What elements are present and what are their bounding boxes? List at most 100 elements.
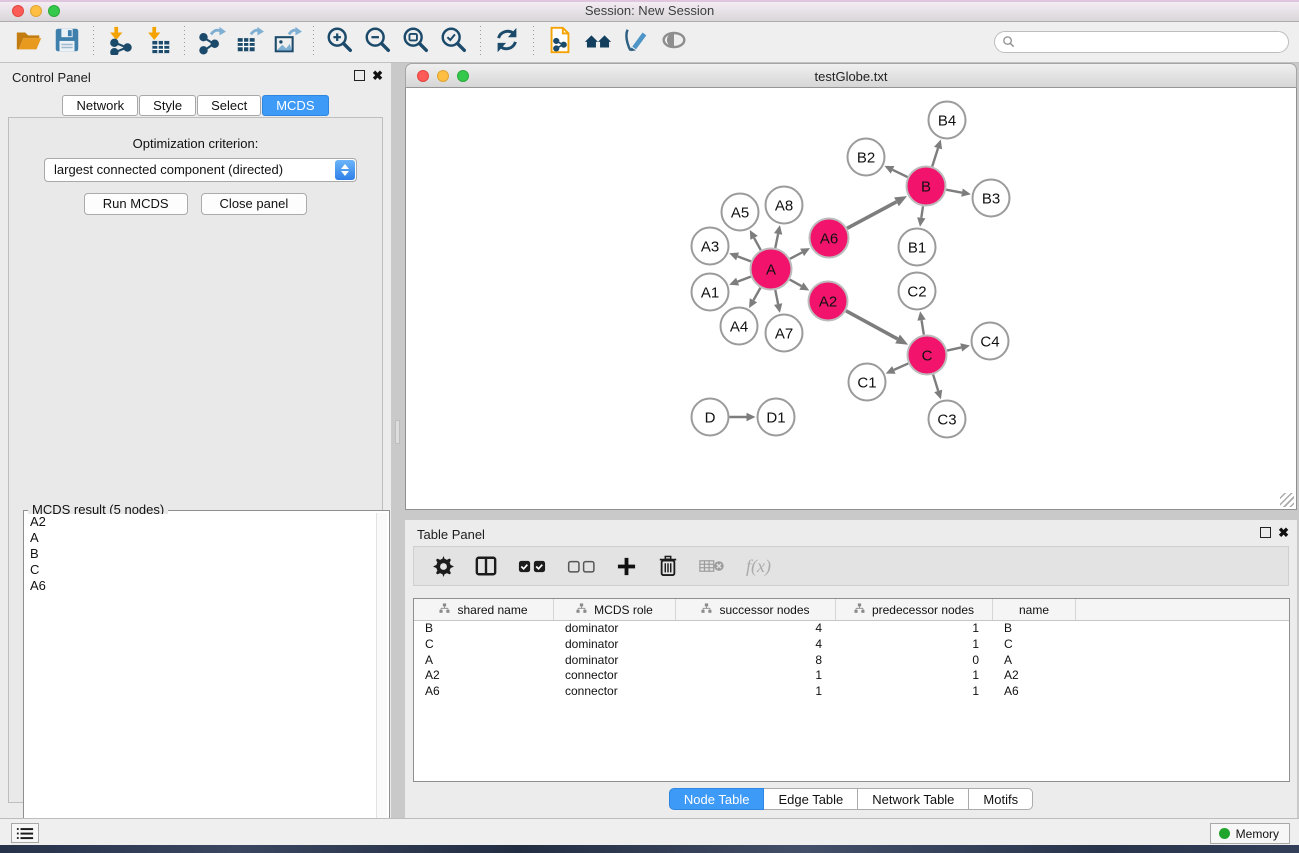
network-canvas[interactable]: B4B2BB3A8A5A6A3B1AC2A1A2A4A7C4CC1C3DD1 xyxy=(405,88,1297,510)
table-cell[interactable]: A2 xyxy=(414,668,554,684)
add-column-icon[interactable] xyxy=(616,556,637,577)
table-row[interactable]: Cdominator41C xyxy=(414,637,1289,653)
table-cell[interactable]: A2 xyxy=(993,668,1076,684)
import-table-button[interactable] xyxy=(139,24,177,60)
export-network-button[interactable] xyxy=(192,24,230,60)
mcds-result-list[interactable]: A2ABCA6 xyxy=(26,514,375,848)
column-header-name[interactable]: name xyxy=(993,599,1076,620)
table-cell[interactable]: C xyxy=(993,637,1076,653)
table-cell[interactable]: 1 xyxy=(836,621,993,637)
table-cell[interactable]: A6 xyxy=(993,684,1076,700)
save-session-button[interactable] xyxy=(48,24,86,60)
table-cell[interactable]: connector xyxy=(554,684,676,700)
tab-mcds[interactable]: MCDS xyxy=(262,95,328,116)
criterion-select[interactable]: largest connected component (directed) xyxy=(44,158,357,182)
table-cell[interactable]: 1 xyxy=(836,668,993,684)
edge-C-C2[interactable] xyxy=(922,320,924,335)
resize-grip[interactable] xyxy=(1280,493,1294,507)
column-header-MCDS-role[interactable]: MCDS role xyxy=(554,599,676,620)
tab-select[interactable]: Select xyxy=(197,95,261,116)
table-cell[interactable]: 1 xyxy=(836,637,993,653)
table-cell[interactable]: 1 xyxy=(676,684,836,700)
table-cell[interactable]: A6 xyxy=(414,684,554,700)
table-cell[interactable]: 1 xyxy=(836,684,993,700)
table-cell[interactable]: B xyxy=(993,621,1076,637)
table-cell[interactable]: connector xyxy=(554,668,676,684)
edge-B-B3[interactable] xyxy=(946,190,962,193)
table-cell[interactable]: 4 xyxy=(676,621,836,637)
network-file-button[interactable] xyxy=(541,24,579,60)
table-cell[interactable]: B xyxy=(414,621,554,637)
memory-button[interactable]: Memory xyxy=(1210,823,1290,844)
vertical-splitter-handle[interactable] xyxy=(395,420,400,444)
edge-B-B1[interactable] xyxy=(921,206,923,218)
edge-A-A2[interactable] xyxy=(790,280,802,287)
tab-network-table[interactable]: Network Table xyxy=(858,788,969,810)
edge-A-A4[interactable] xyxy=(753,288,760,301)
close-panel-button[interactable]: Close panel xyxy=(201,193,308,215)
table-cell[interactable]: 0 xyxy=(836,653,993,669)
zoom-out-button[interactable] xyxy=(359,24,397,60)
tab-style[interactable]: Style xyxy=(139,95,196,116)
edge-A2-C[interactable] xyxy=(846,311,898,339)
refresh-button[interactable] xyxy=(488,24,526,60)
result-item[interactable]: A2 xyxy=(26,514,375,530)
network-graph[interactable]: B4B2BB3A8A5A6A3B1AC2A1A2A4A7C4CC1C3DD1 xyxy=(406,88,1296,508)
table-cell[interactable]: dominator xyxy=(554,653,676,669)
tab-edge-table[interactable]: Edge Table xyxy=(764,788,858,810)
edge-A-A3[interactable] xyxy=(738,256,751,261)
annotation-toggle-button[interactable] xyxy=(617,24,655,60)
edge-A-A5[interactable] xyxy=(754,238,761,250)
edge-C-C3[interactable] xyxy=(933,375,938,391)
result-item[interactable]: B xyxy=(26,546,375,562)
home-button[interactable] xyxy=(579,24,617,60)
gear-icon[interactable] xyxy=(433,556,454,577)
edge-B-B4[interactable] xyxy=(932,148,938,166)
edge-A6-B[interactable] xyxy=(847,202,896,228)
table-row[interactable]: A2connector11A2 xyxy=(414,668,1289,684)
result-item[interactable]: A xyxy=(26,530,375,546)
edge-A-A1[interactable] xyxy=(738,277,751,282)
edge-A-A7[interactable] xyxy=(775,290,778,304)
result-item[interactable]: C xyxy=(26,562,375,578)
table-cell[interactable]: A xyxy=(993,653,1076,669)
search-input[interactable] xyxy=(994,31,1289,53)
tab-node-table[interactable]: Node Table xyxy=(669,788,765,810)
table-cell[interactable]: C xyxy=(414,637,554,653)
import-network-button[interactable] xyxy=(101,24,139,60)
table-cell[interactable]: dominator xyxy=(554,637,676,653)
export-table-button[interactable] xyxy=(230,24,268,60)
float-panel-icon[interactable] xyxy=(1260,527,1271,538)
float-panel-icon[interactable] xyxy=(354,70,365,81)
task-history-button[interactable] xyxy=(11,823,39,843)
table-row[interactable]: A6connector11A6 xyxy=(414,684,1289,700)
close-panel-icon[interactable]: ✖ xyxy=(1278,527,1289,538)
delete-icon[interactable] xyxy=(658,555,678,577)
edge-B-B2[interactable] xyxy=(893,170,908,177)
column-header-successor-nodes[interactable]: successor nodes xyxy=(676,599,836,620)
function-builder-icon[interactable]: f(x) xyxy=(746,556,771,577)
delete-table-icon[interactable] xyxy=(699,558,725,574)
select-all-icon[interactable] xyxy=(518,559,546,574)
deselect-all-icon[interactable] xyxy=(567,559,595,574)
column-mode-icon[interactable] xyxy=(475,555,497,577)
column-header-shared-name[interactable]: shared name xyxy=(414,599,554,620)
table-cell[interactable]: A xyxy=(414,653,554,669)
result-item[interactable]: A6 xyxy=(26,578,375,594)
table-row[interactable]: Bdominator41B xyxy=(414,621,1289,637)
eye-button[interactable] xyxy=(655,24,693,60)
zoom-fit-button[interactable] xyxy=(397,24,435,60)
table-cell[interactable]: 8 xyxy=(676,653,836,669)
edge-C-C1[interactable] xyxy=(894,363,908,369)
result-scrollbar[interactable] xyxy=(376,513,387,848)
close-panel-icon[interactable]: ✖ xyxy=(372,70,383,81)
network-window-titlebar[interactable]: testGlobe.txt xyxy=(405,63,1297,88)
edge-C-C4[interactable] xyxy=(947,347,961,350)
table-cell[interactable]: 1 xyxy=(676,668,836,684)
tab-motifs[interactable]: Motifs xyxy=(969,788,1033,810)
tab-network[interactable]: Network xyxy=(62,95,138,116)
open-session-button[interactable] xyxy=(10,24,48,60)
column-header-predecessor-nodes[interactable]: predecessor nodes xyxy=(836,599,993,620)
edge-A-A8[interactable] xyxy=(775,234,778,248)
export-image-button[interactable] xyxy=(268,24,306,60)
